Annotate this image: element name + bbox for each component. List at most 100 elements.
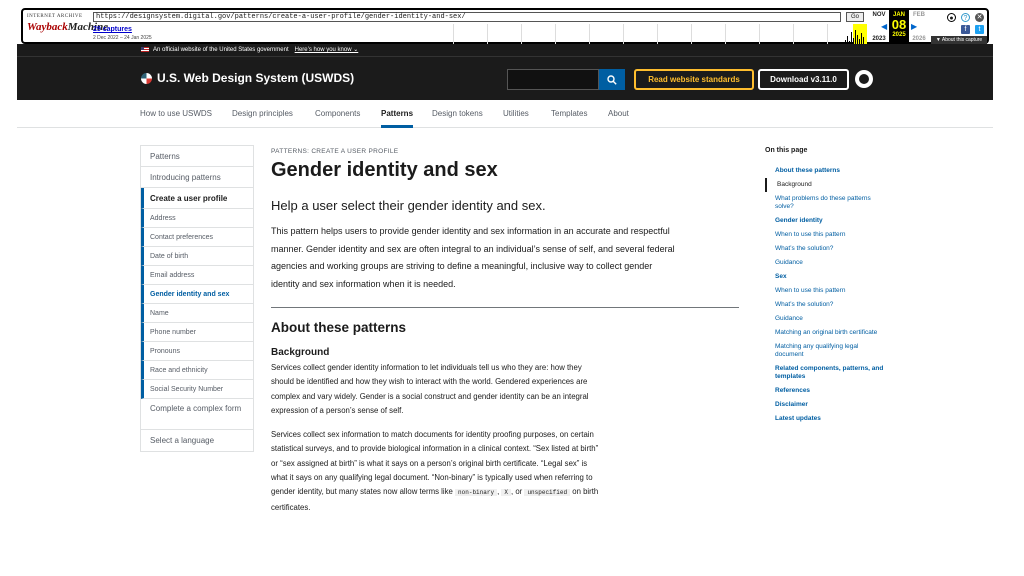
sidenav-item[interactable]: Complete a complex form	[141, 399, 253, 430]
sidenav-sub-item-active[interactable]: Gender identity and sex	[141, 285, 253, 304]
wayback-prev-year[interactable]: 2023	[869, 36, 889, 42]
sidenav-sub-item[interactable]: Pronouns	[141, 342, 253, 361]
site-logo[interactable]: U.S. Web Design System (USWDS)	[141, 71, 354, 85]
intro-paragraph: This pattern helps users to provide gend…	[271, 226, 675, 289]
sidenav-sub-item[interactable]: Date of birth	[141, 247, 253, 266]
otp-link[interactable]: When to use this pattern	[765, 284, 885, 298]
otp-link[interactable]: What problems do these patterns solve?	[765, 192, 885, 214]
user-icon[interactable]: ●	[947, 13, 956, 22]
wayback-about-capture[interactable]: ▼ About this capture	[931, 36, 987, 44]
wayback-next-arrow-icon[interactable]: ▶	[911, 22, 917, 31]
otp-link[interactable]: Gender identity	[765, 214, 885, 228]
help-icon[interactable]: ?	[961, 13, 970, 22]
otp-link[interactable]: Related components, patterns, and templa…	[765, 362, 885, 384]
sparkline-bar	[851, 32, 852, 44]
wayback-go-button[interactable]: Go	[846, 12, 864, 22]
search-button[interactable]	[599, 69, 625, 90]
nav-about[interactable]: About	[608, 100, 629, 128]
sidenav-item-current[interactable]: Create a user profile	[141, 188, 253, 209]
wayback-cur-year: 2025	[892, 32, 906, 38]
gov-banner: An official website of the United States…	[17, 44, 993, 56]
us-flag-icon	[141, 46, 149, 52]
otp-link[interactable]: Disclaimer	[765, 398, 885, 412]
wayback-toolbar: INTERNET ARCHIVE WaybackMachine https://…	[21, 8, 989, 44]
sex-paragraph-text: Services collect sex information to matc…	[271, 430, 599, 497]
wayback-current-date: JAN 08 2025	[889, 10, 909, 44]
gov-banner-link[interactable]: Here’s how you know ⌄	[295, 47, 359, 53]
nav-utilities[interactable]: Utilities	[503, 100, 529, 128]
sidenav-sub-item[interactable]: Social Security Number	[141, 380, 253, 399]
wayback-url-input[interactable]: https://designsystem.digital.gov/pattern…	[93, 12, 841, 22]
nav-templates[interactable]: Templates	[551, 100, 587, 128]
otp-link[interactable]: Guidance	[765, 312, 885, 326]
on-this-page: On this page About these patterns Backgr…	[765, 147, 885, 426]
wayback-logo-a: Wayback	[27, 21, 68, 33]
sidenav-subgroup: Address Contact preferences Date of birt…	[141, 209, 253, 399]
search-input[interactable]	[507, 69, 599, 90]
close-icon[interactable]: ✕	[975, 13, 984, 22]
otp-link[interactable]: When to use this pattern	[765, 228, 885, 242]
site-header: U.S. Web Design System (USWDS) Read webs…	[17, 56, 993, 100]
otp-link[interactable]: Guidance	[765, 256, 885, 270]
wayback-next-month[interactable]: FEB	[909, 12, 929, 18]
sparkline-bar	[847, 36, 848, 44]
nav-components[interactable]: Components	[315, 100, 360, 128]
otp-link[interactable]: What’s the solution?	[765, 298, 885, 312]
sparkline-gridline	[623, 24, 624, 44]
section-heading: About these patterns	[271, 320, 407, 335]
sidenav-sub-item[interactable]: Contact preferences	[141, 228, 253, 247]
nav-design-principles[interactable]: Design principles	[232, 100, 293, 128]
facebook-icon[interactable]: f	[961, 25, 970, 34]
wayback-capture-range: 2 Dec 2022 – 24 Jan 2025	[93, 35, 152, 41]
sparkline-gridline	[725, 24, 726, 44]
otp-link-current[interactable]: Background	[765, 178, 885, 192]
code-x: X	[501, 489, 512, 497]
otp-link[interactable]: What’s the solution?	[765, 242, 885, 256]
wayback-logo-main: WaybackMachine	[27, 21, 108, 33]
code-separator: ,	[497, 487, 500, 497]
nav-design-tokens[interactable]: Design tokens	[432, 100, 483, 128]
page-lead: Help a user select their gender identity…	[271, 198, 546, 213]
sex-paragraph: Services collect sex information to matc…	[271, 428, 601, 515]
github-icon[interactable]	[855, 70, 873, 88]
wayback-logo-top: INTERNET ARCHIVE	[27, 14, 83, 19]
wayback-prev-arrow-icon[interactable]: ◀	[881, 22, 887, 31]
sidenav-sub-item[interactable]: Email address	[141, 266, 253, 285]
wayback-logo[interactable]: INTERNET ARCHIVE WaybackMachine	[27, 14, 108, 38]
wayback-captures-link[interactable]: 29 captures	[93, 26, 132, 33]
sparkline-gridline	[793, 24, 794, 44]
wayback-cur-day: 08	[891, 17, 907, 32]
wayback-sparkline[interactable]	[453, 24, 867, 44]
sparkline-gridline	[657, 24, 658, 44]
otp-link[interactable]: Matching an original birth certificate	[765, 326, 885, 340]
sidenav-sub-item[interactable]: Race and ethnicity	[141, 361, 253, 380]
sidenav-item[interactable]: Introducing patterns	[141, 167, 253, 188]
otp-link[interactable]: Latest updates	[765, 412, 885, 426]
wayback-next-year[interactable]: 2026	[909, 36, 929, 42]
github-icon-inner	[859, 74, 869, 84]
nav-how-to-use[interactable]: How to use USWDS	[140, 100, 212, 128]
sidenav-sub-item[interactable]: Address	[141, 209, 253, 228]
sidenav-item[interactable]: Select a language	[141, 430, 253, 451]
code-non-binary: non-binary	[455, 489, 498, 497]
otp-link[interactable]: Sex	[765, 270, 885, 284]
otp-link[interactable]: Matching any qualifying legal document	[765, 340, 885, 362]
sidenav-item[interactable]: Patterns	[141, 146, 253, 167]
sparkline-gridline	[555, 24, 556, 44]
sidenav-sub-item[interactable]: Name	[141, 304, 253, 323]
download-button[interactable]: Download v3.11.0	[758, 69, 849, 90]
nav-patterns[interactable]: Patterns	[381, 100, 414, 128]
otp-link[interactable]: About these patterns	[765, 164, 885, 178]
background-paragraph: Services collect gender identity informa…	[271, 363, 589, 415]
sparkline-gridline	[487, 24, 488, 44]
otp-link[interactable]: References	[765, 384, 885, 398]
wayback-prev-month[interactable]: NOV	[869, 12, 889, 18]
read-standards-button[interactable]: Read website standards	[634, 69, 754, 90]
twitter-icon[interactable]: t	[975, 25, 984, 34]
code-unspecified: unspecified	[524, 489, 571, 497]
sparkline-bar	[855, 30, 856, 44]
subsection-heading: Background	[271, 347, 330, 358]
uswds-logo-icon	[141, 72, 152, 84]
primary-nav: How to use USWDS Design principles Compo…	[17, 100, 993, 128]
sidenav-sub-item[interactable]: Phone number	[141, 323, 253, 342]
